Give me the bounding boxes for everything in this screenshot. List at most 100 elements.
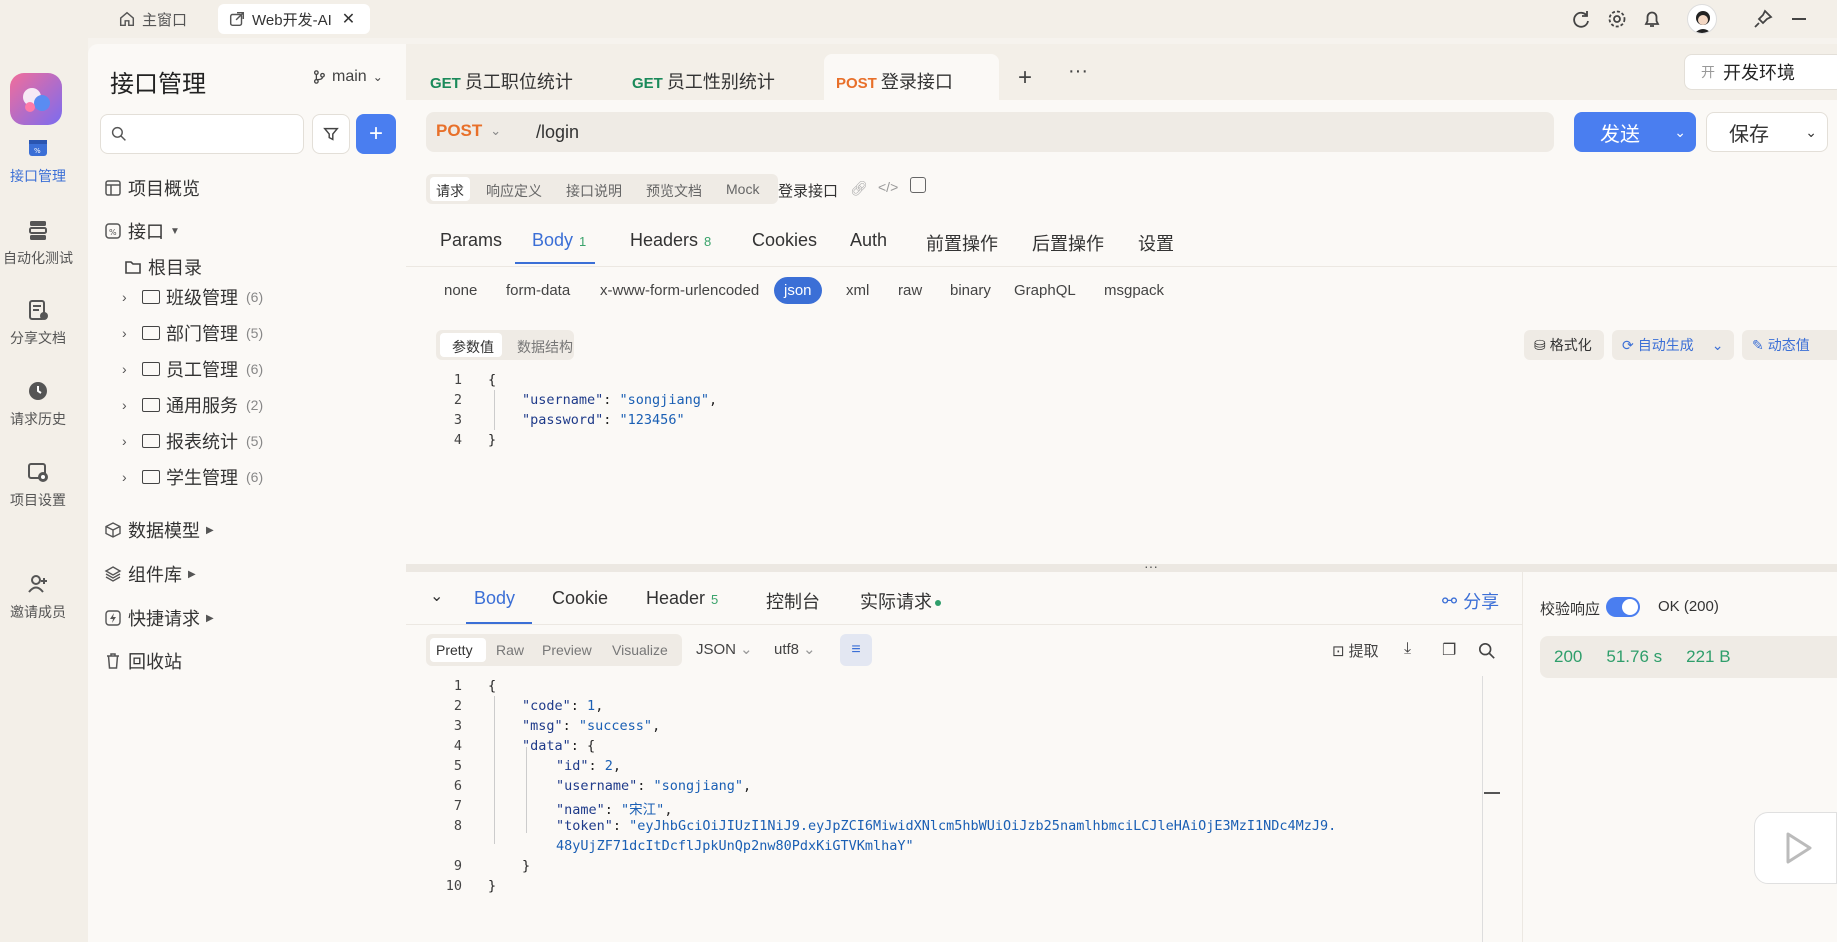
window-tab-web[interactable]: Web开发-AI ✕ [218,4,370,34]
nav-recycle-bin[interactable]: 回收站 [104,648,182,674]
subtab[interactable]: 预览文档 [646,181,702,201]
collapse-icon[interactable]: ⌄ [430,586,443,606]
chevron-down-icon[interactable]: ⌄ [1674,124,1686,141]
param-tab[interactable]: Auth [850,230,887,251]
subtab[interactable]: 请求 [436,181,464,201]
body-type-option[interactable]: GraphQL [1014,282,1076,299]
nav-data-model[interactable]: 数据模型 ▶ [104,517,214,543]
view-mode-option[interactable]: Visualize [612,642,668,658]
gear-icon[interactable] [1606,8,1628,30]
refresh-icon[interactable] [1570,8,1592,30]
validate-toggle[interactable] [1606,597,1640,617]
auto-generate-button[interactable]: ⟳ 自动生成 ⌄ [1612,330,1734,360]
chevron-down-icon[interactable]: ⌄ [1712,337,1724,354]
body-type-option[interactable]: none [444,282,477,299]
response-tab[interactable]: Header 5 [646,588,718,609]
chevron-down-icon[interactable]: ⌄ [1805,124,1817,141]
request-tab[interactable]: GET 员工性别统计 [632,68,775,94]
nav-components[interactable]: 组件库 ▶ [104,561,196,587]
folder-item[interactable]: › 部门管理 (5) [122,320,263,346]
folder-item[interactable]: › 员工管理 (6) [122,356,263,382]
scrollbar-track[interactable] [1482,676,1483,942]
body-type-option[interactable]: form-data [506,282,570,299]
rail-item-project-settings[interactable]: 项目设置 [0,460,76,510]
param-tab[interactable]: 设置 [1138,230,1174,256]
copy-icon[interactable]: ❐ [1442,640,1456,660]
search-input[interactable] [100,114,304,154]
minimize-icon[interactable] [1792,18,1806,20]
dynamic-value-button[interactable]: ✎ 动态值 [1742,330,1837,360]
folder-item[interactable]: › 学生管理 (6) [122,464,263,490]
chevron-right-icon[interactable]: › [122,433,136,449]
save-button[interactable]: 保存 ⌄ [1706,112,1828,152]
share-button[interactable]: ⚯ 分享 [1442,588,1499,614]
bell-icon[interactable] [1641,8,1663,30]
link-icon[interactable]: 🔗︎ [850,180,868,197]
download-icon[interactable]: ⤓ [1404,640,1411,658]
encoding-select[interactable]: utf8 ⌄ [774,640,816,659]
response-tab[interactable]: Body [474,588,515,609]
body-type-option[interactable]: raw [898,282,922,299]
extract-button[interactable]: ⊡ 提取 [1332,640,1379,661]
body-type-option[interactable]: json [774,277,822,304]
format-button[interactable]: ⛁ 格式化 [1524,330,1604,360]
nav-overview[interactable]: 项目概览 [104,175,200,201]
send-button[interactable]: 发送 ⌄ [1574,112,1696,152]
branch-selector[interactable]: main ⌄ [312,68,383,86]
method-select[interactable]: POST ⌄ [436,121,501,141]
filter-button[interactable] [312,114,350,154]
rail-item-invite[interactable]: 邀请成员 [0,572,76,622]
folder-root[interactable]: 根目录 [124,254,202,280]
tab-param-values[interactable]: 参数值 [452,337,494,357]
view-mode-option[interactable]: Pretty [436,642,473,658]
view-mode-option[interactable]: Raw [496,642,524,658]
tab-data-structure[interactable]: 数据结构 [517,337,573,357]
rail-item-api[interactable]: % 接口管理 [0,136,76,186]
folder-item[interactable]: › 班级管理 (6) [122,284,263,310]
param-tab[interactable]: Headers 8 [630,230,711,251]
panel-splitter[interactable]: ··· [406,558,1837,574]
new-tab-button[interactable]: + [1018,64,1032,92]
scrollbar-thumb[interactable] [1484,792,1500,794]
rail-item-share-docs[interactable]: 分享文档 [0,298,76,348]
body-type-option[interactable]: msgpack [1104,282,1164,299]
environment-selector[interactable]: 开 开发环境 [1684,54,1837,90]
subtab[interactable]: Mock [726,181,759,197]
chevron-right-icon[interactable]: › [122,469,136,485]
subtab[interactable]: 接口说明 [566,181,622,201]
request-tab[interactable]: POST 登录接口 [836,68,953,94]
param-tab[interactable]: Body 1 [532,230,586,251]
rail-item-autotest[interactable]: 自动化测试 [0,218,76,268]
body-type-option[interactable]: x-www-form-urlencoded [600,282,759,299]
body-type-option[interactable]: binary [950,282,991,299]
subtab[interactable]: 响应定义 [486,181,542,201]
response-tab[interactable]: 控制台 [766,588,820,614]
body-type-option[interactable]: xml [846,282,869,299]
add-button[interactable]: + [356,114,396,154]
param-tab[interactable]: 后置操作 [1032,230,1104,256]
avatar[interactable] [1687,4,1717,34]
close-icon[interactable]: ✕ [342,9,355,29]
view-mode-option[interactable]: Preview [542,642,592,658]
param-tab[interactable]: 前置操作 [926,230,998,256]
code-icon[interactable]: </> [878,179,898,195]
window-tab-main[interactable]: 主窗口 [108,4,197,34]
nav-api[interactable]: % 接口 ▼ [104,218,180,244]
response-tab[interactable]: 实际请求 [860,588,941,614]
response-tab[interactable]: Cookie [552,588,608,609]
rail-item-history[interactable]: 请求历史 [0,379,76,429]
chevron-right-icon[interactable]: › [122,361,136,377]
more-tabs-icon[interactable]: ··· [1068,60,1088,83]
video-widget[interactable] [1754,812,1837,884]
param-tab[interactable]: Cookies [752,230,817,251]
url-input[interactable]: /login [536,122,579,143]
wrap-toggle-button[interactable]: ≡ [840,634,872,666]
search-icon[interactable] [1478,642,1496,660]
format-select[interactable]: JSON ⌄ [696,640,753,659]
chevron-right-icon[interactable]: › [122,397,136,413]
panel-toggle-icon[interactable] [910,177,926,193]
nav-quick-request[interactable]: 快捷请求 ▶ [104,605,214,631]
folder-item[interactable]: › 报表统计 (5) [122,428,263,454]
request-tab[interactable]: GET 员工职位统计 [430,68,573,94]
folder-item[interactable]: › 通用服务 (2) [122,392,263,418]
